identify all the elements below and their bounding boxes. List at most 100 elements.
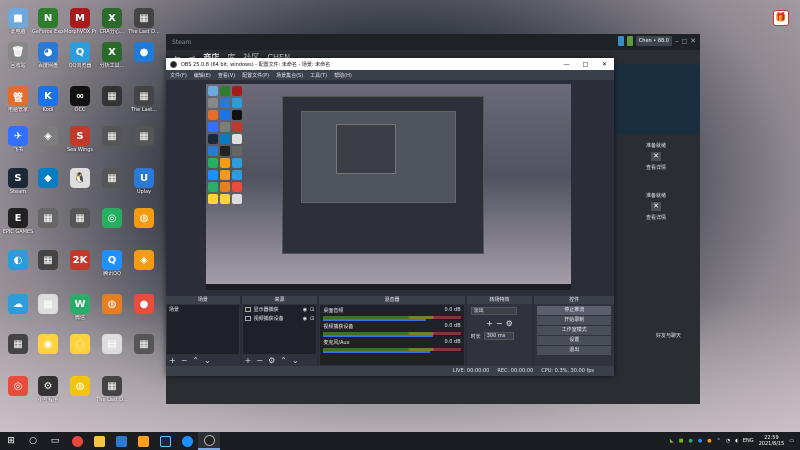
- download-item-2[interactable]: 准备就绪 ✕ 查看详情: [612, 192, 700, 221]
- down-arrow-icon[interactable]: ⌄: [292, 356, 299, 365]
- desktop-icon[interactable]: ◐: [2, 250, 34, 271]
- desktop-icon[interactable]: ▦ The Last D...: [128, 8, 160, 35]
- up-arrow-icon[interactable]: ⌃: [192, 356, 199, 365]
- search-button[interactable]: ○: [22, 432, 44, 450]
- wallet-button[interactable]: [626, 36, 633, 46]
- desktop-icon[interactable]: ■ 此电脑: [2, 8, 34, 35]
- gear-icon[interactable]: ⚙: [268, 356, 275, 365]
- desktop-icon[interactable]: ◈: [128, 250, 160, 271]
- stop-streaming-button[interactable]: 停止推流: [537, 306, 612, 315]
- desktop-icon[interactable]: S Sea Wings: [64, 126, 96, 153]
- menu-file[interactable]: 文件(F): [170, 72, 187, 79]
- desktop-icon[interactable]: Q QQ浏览器: [64, 42, 96, 69]
- menu-help[interactable]: 帮助(H): [334, 72, 352, 79]
- download-item-1[interactable]: 准备就绪 ✕ 查看详情: [612, 142, 700, 171]
- scenes-list[interactable]: 场景: [167, 305, 239, 354]
- desktop-icon[interactable]: 🗑 回收站: [2, 42, 34, 69]
- clock[interactable]: 22:59 2021/8/15: [759, 435, 785, 447]
- desktop-icon[interactable]: ▦: [64, 208, 96, 229]
- maximize-icon[interactable]: □: [576, 61, 595, 68]
- remove-icon[interactable]: −: [256, 356, 263, 365]
- desktop-icon[interactable]: S Steam: [2, 168, 34, 195]
- desktop-icon[interactable]: W 微信: [64, 294, 96, 321]
- menu-scene-collection[interactable]: 场景集合(S): [276, 72, 303, 79]
- desktop-icon[interactable]: ◌: [64, 334, 96, 355]
- menu-tools[interactable]: 工具(T): [310, 72, 327, 79]
- desktop-icon[interactable]: ◈: [32, 126, 64, 147]
- desktop-icon[interactable]: ◆: [32, 168, 64, 189]
- desktop-icon[interactable]: 管电脑管家: [2, 86, 34, 113]
- minimize-icon[interactable]: –: [675, 37, 679, 45]
- volume-slider[interactable]: [323, 351, 431, 353]
- desktop-icon[interactable]: ●: [128, 42, 160, 63]
- desktop-icon[interactable]: ▦ The Last D...: [96, 376, 128, 403]
- desktop-icon[interactable]: 🐧: [64, 168, 96, 189]
- taskbar-obs[interactable]: [198, 432, 220, 450]
- desktop-icon[interactable]: ∞ OCC: [64, 86, 96, 113]
- duration-input[interactable]: 300 ms: [483, 332, 514, 340]
- up-arrow-icon[interactable]: ⌃: [280, 356, 287, 365]
- wifi-icon[interactable]: ◔: [726, 438, 730, 444]
- desktop-icon[interactable]: ▦: [96, 126, 128, 147]
- remove-icon[interactable]: −: [181, 356, 188, 365]
- desktop-icon[interactable]: ◍: [64, 376, 96, 397]
- desktop-icon[interactable]: ◎: [2, 376, 34, 397]
- desktop-icon[interactable]: NGeForce Experience: [32, 8, 64, 35]
- notification-icon[interactable]: ▭: [789, 438, 794, 444]
- taskbar-explorer[interactable]: [88, 432, 110, 450]
- desktop-icon[interactable]: 2K: [64, 250, 96, 271]
- nvidia-icon[interactable]: ■: [679, 438, 684, 444]
- exit-button[interactable]: 退出: [537, 346, 612, 355]
- desktop-icon[interactable]: ◎: [96, 208, 128, 229]
- desktop-icon[interactable]: ☁: [2, 294, 34, 315]
- desktop-icon[interactable]: ▦: [32, 294, 64, 315]
- announcement-button[interactable]: [617, 36, 624, 46]
- transition-select[interactable]: 淡出: [470, 307, 517, 315]
- desktop-icon[interactable]: X 分析工具...: [96, 42, 128, 69]
- desktop-icon[interactable]: ▤: [96, 334, 128, 355]
- volume-slider[interactable]: [323, 319, 427, 321]
- menu-profile[interactable]: 配置文件(P): [242, 72, 269, 79]
- lock-icon[interactable]: ⊡: [310, 307, 314, 313]
- menu-edit[interactable]: 编辑(E): [194, 72, 211, 79]
- desktop-icon[interactable]: MMorphVOX Pro: [64, 8, 96, 35]
- taskbar-vpn[interactable]: [176, 432, 198, 450]
- eye-icon[interactable]: ◉: [303, 307, 307, 313]
- source-item[interactable]: 显示器捕获 ◉ ⊡: [243, 305, 317, 314]
- desktop-icon[interactable]: ▦ The Last...: [128, 86, 160, 113]
- download-details[interactable]: 查看详情: [612, 164, 700, 171]
- desktop-icon[interactable]: ◉: [32, 334, 64, 355]
- desktop-icon[interactable]: U Uplay: [128, 168, 160, 195]
- desktop-icon[interactable]: ✈ 飞书: [2, 126, 34, 153]
- chevron-up-icon[interactable]: ⌃: [717, 438, 721, 444]
- desktop-icon[interactable]: ●: [128, 294, 160, 315]
- task-view-button[interactable]: ▭: [44, 432, 66, 450]
- settings-button[interactable]: 设置: [537, 336, 612, 345]
- lock-icon[interactable]: ⊡: [310, 316, 314, 322]
- desktop-icon[interactable]: ▦: [128, 334, 160, 355]
- obs-preview-area[interactable]: [166, 80, 614, 296]
- download-details[interactable]: 查看详情: [612, 214, 700, 221]
- desktop-icon[interactable]: ▦: [2, 334, 34, 355]
- speaker-icon[interactable]: ◖: [735, 438, 738, 444]
- desktop-icon[interactable]: ▦: [32, 250, 64, 271]
- add-icon[interactable]: +: [486, 319, 493, 328]
- desktop-icon[interactable]: ▦: [96, 168, 128, 189]
- scene-item[interactable]: 场景: [167, 305, 239, 314]
- gear-icon[interactable]: ⚙: [506, 319, 513, 328]
- minimize-icon[interactable]: —: [557, 61, 576, 68]
- add-icon[interactable]: +: [169, 356, 176, 365]
- obs-window[interactable]: OBS 25.0.8 (64 bit, windows) - 配置文件: 未命名…: [166, 58, 615, 376]
- desktop-icon[interactable]: ◕ 百度网盘: [32, 42, 64, 69]
- desktop-icon[interactable]: ▦: [128, 126, 160, 147]
- remove-icon[interactable]: ✕: [651, 202, 661, 211]
- close-icon[interactable]: ✕: [690, 37, 696, 45]
- network-icon[interactable]: ◣: [670, 438, 674, 444]
- remove-icon[interactable]: ✕: [651, 152, 661, 161]
- desktop-icon[interactable]: ⚙ 小号程序: [32, 376, 64, 403]
- user-menu[interactable]: Chen • 88.0: [635, 36, 672, 46]
- desktop-icon[interactable]: E EPIC GAMES: [2, 208, 34, 235]
- tray-app-icon[interactable]: ●: [707, 438, 711, 444]
- taskbar-store[interactable]: [110, 432, 132, 450]
- friends-chat-button[interactable]: 好友与聊天: [656, 332, 696, 339]
